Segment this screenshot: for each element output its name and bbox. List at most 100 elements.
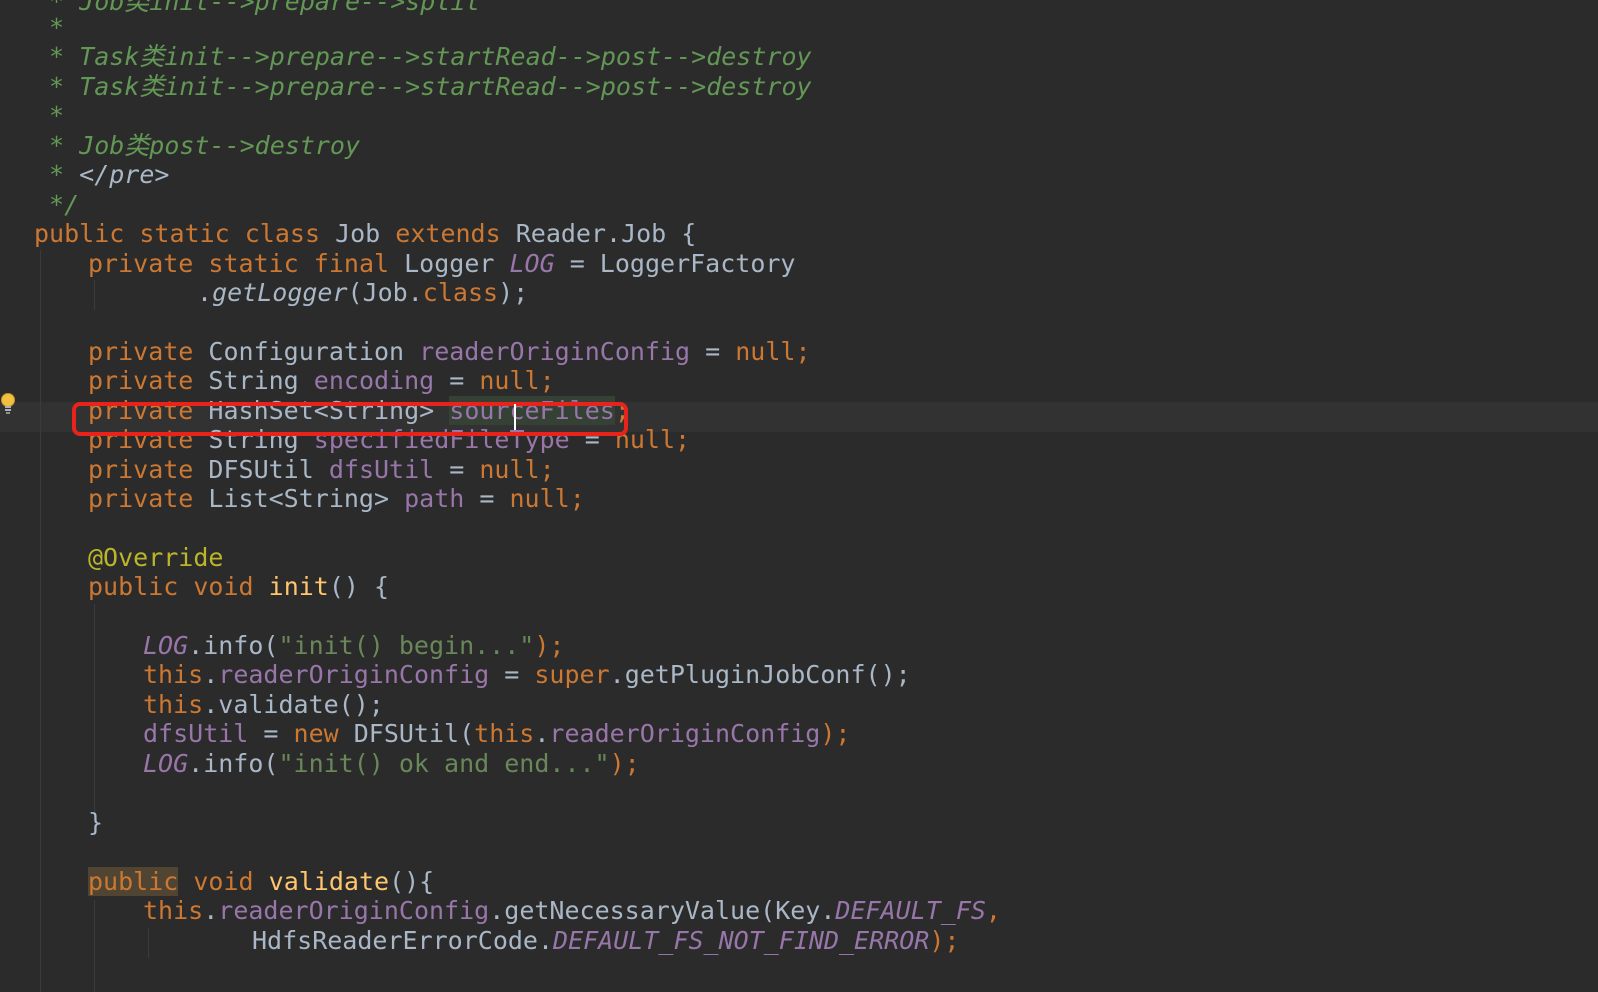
field-name: readerOriginConfig <box>218 660 490 689</box>
code-text: ); <box>498 278 529 307</box>
class-declaration: public static class Job extends Reader.J… <box>34 219 696 249</box>
constant: DEFAULT_FS <box>835 896 986 925</box>
keyword: this <box>143 690 204 719</box>
statement: this.readerOriginConfig.getNecessaryValu… <box>143 896 1001 926</box>
statement: LOG.info("init() begin..."); <box>143 631 564 661</box>
code-text: .info( <box>188 631 279 660</box>
code-text: ; <box>539 455 555 484</box>
indent-guide <box>94 900 95 992</box>
field-declaration: private Configuration readerOriginConfig… <box>88 337 811 367</box>
code-text: ; <box>539 366 555 395</box>
code-text: ); <box>929 926 960 955</box>
code-text: .info( <box>188 749 279 778</box>
static-field: LOG <box>509 249 555 278</box>
keyword: this <box>143 896 204 925</box>
keyword: static <box>139 219 230 248</box>
comment-line: * Task类init-->prepare-->startRead-->post… <box>34 72 812 101</box>
static-field: LOG <box>143 631 189 660</box>
field-declaration: private List<String> path = null; <box>88 484 585 514</box>
indent-guide <box>40 250 41 992</box>
statement: dfsUtil = new DFSUtil(this.readerOriginC… <box>143 719 850 749</box>
code-text: ); <box>534 631 565 660</box>
field-name: readerOriginConfig <box>218 896 490 925</box>
keyword: null <box>479 366 540 395</box>
comment-line: * <box>34 13 65 42</box>
keyword: public <box>88 572 179 601</box>
code-text: ); <box>820 719 851 748</box>
keyword: void <box>193 572 254 601</box>
code-text: ; <box>675 425 691 454</box>
keyword: void <box>193 867 254 896</box>
code-text: . <box>203 660 219 689</box>
class-name: Job <box>335 219 381 248</box>
keyword: final <box>313 249 390 278</box>
indent-guide <box>94 604 95 812</box>
field-declaration: private DFSUtil dfsUtil = null; <box>88 455 555 485</box>
keyword: private <box>88 337 194 366</box>
code-text: () { <box>328 572 390 601</box>
keyword: super <box>534 660 610 689</box>
code-text: = LoggerFactory <box>554 249 796 278</box>
closing-brace: } <box>88 808 104 837</box>
code-text: ; <box>795 337 811 366</box>
code-editor[interactable]: * Job类init-->prepare-->split * * Task类in… <box>0 0 1598 992</box>
code-text: = <box>464 484 510 513</box>
code-text: . <box>203 896 219 925</box>
method-declaration: public void validate(){ <box>88 867 434 897</box>
keyword: this <box>474 719 535 748</box>
code-text: (){ <box>389 867 435 896</box>
code-text: DFSUtil( <box>338 719 475 748</box>
logger-field: private static final Logger LOG = Logger… <box>88 249 795 279</box>
type-name: List<String> <box>208 484 390 513</box>
keyword: private <box>88 455 194 484</box>
indent-guide <box>148 928 149 958</box>
field-name: readerOriginConfig <box>419 337 691 366</box>
keyword: public <box>34 219 125 248</box>
comment-line: * <box>34 101 65 130</box>
field-name: encoding <box>313 366 435 395</box>
parent-class: Reader.Job { <box>515 219 697 248</box>
static-field: LOG <box>143 749 189 778</box>
comment-line: */ <box>34 190 80 219</box>
field-name: path <box>404 484 465 513</box>
keyword: null <box>509 484 570 513</box>
lightbulb-icon[interactable] <box>0 392 16 416</box>
code-text: .validate(); <box>203 690 384 719</box>
code-text: = <box>248 719 294 748</box>
statement: this.validate(); <box>143 690 384 720</box>
text-caret <box>514 404 516 430</box>
method-name: validate <box>268 867 390 896</box>
comment-html-tag: </pre> <box>79 160 170 189</box>
field-name: readerOriginConfig <box>549 719 821 748</box>
code-text: HdfsReaderErrorCode. <box>252 926 554 955</box>
indent-guide <box>94 280 95 310</box>
keyword: null <box>479 455 540 484</box>
comment-line: * Task类init-->prepare-->startRead-->post… <box>34 42 812 71</box>
code-text: . <box>534 719 550 748</box>
logger-continuation: .getLogger(Job.class); <box>197 278 528 308</box>
code-text: .getPluginJobConf(); <box>609 660 911 689</box>
comment-line: * Job类init-->prepare-->split <box>34 0 481 16</box>
string-literal: "init() ok and end..." <box>278 749 610 778</box>
keyword: private <box>88 366 194 395</box>
keyword: private <box>88 249 194 278</box>
code-text: ; <box>569 484 585 513</box>
constant: DEFAULT_FS_NOT_FIND_ERROR <box>553 926 930 955</box>
annotation: @Override <box>88 543 224 572</box>
comment-line: * </pre> <box>34 160 169 190</box>
comment-line: * Job类post-->destroy <box>34 131 361 160</box>
field-name: dfsUtil <box>143 719 249 748</box>
keyword: class <box>422 278 499 307</box>
keyword: new <box>293 719 339 748</box>
code-text: ); <box>609 749 640 778</box>
string-literal: "init() begin..." <box>278 631 535 660</box>
method-name: init <box>268 572 329 601</box>
type-name: Configuration <box>208 337 405 366</box>
method-call: getLogger <box>212 278 348 307</box>
keyword: private <box>88 484 194 513</box>
type-name: DFSUtil <box>208 455 314 484</box>
statement: this.readerOriginConfig = super.getPlugi… <box>143 660 911 690</box>
keyword: extends <box>395 219 501 248</box>
comment-text: * <box>34 160 80 189</box>
code-text: , <box>985 896 1001 925</box>
